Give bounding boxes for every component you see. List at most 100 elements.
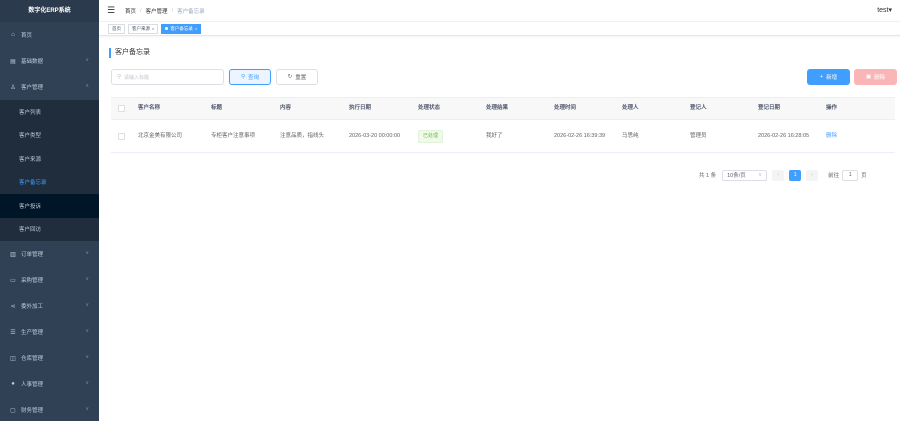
sidebar-subitem-customer-memo[interactable]: 客户备忘录	[0, 171, 99, 195]
user-menu[interactable]: test▾	[877, 6, 892, 14]
sidebar-subitem-customer-visit[interactable]: 客户回访	[0, 218, 99, 242]
sidebar-item-hr[interactable]: ● 人事管理 ∨	[0, 371, 99, 397]
sidebar-item-customer-management[interactable]: ♙ 客户管理 ∧	[0, 74, 99, 100]
goto-label: 前往	[828, 173, 840, 179]
row-select-cell	[111, 120, 133, 152]
page-title: 客户备忘录	[109, 48, 150, 58]
search-icon: ⚲	[240, 74, 245, 80]
table-header-row: 客户名称 标题 内容 执行日期 处理状态 处理结果 处理时间 处理人 登记人 登…	[111, 98, 895, 120]
chevron-down-icon: ∨	[85, 302, 89, 308]
app-logo-title: 数字化ERP系统	[0, 0, 99, 22]
sidebar-item-label: 首页	[21, 33, 33, 39]
column-header: 处理人	[622, 105, 639, 111]
sidebar-subitem-customer-list[interactable]: 客户列表	[0, 100, 99, 124]
status-badge: 已处理	[418, 129, 444, 143]
chevron-right-icon: ›	[811, 172, 814, 178]
username: test	[877, 7, 889, 14]
search-placeholder: 请输入标题	[124, 74, 150, 81]
column-header: 处理状态	[418, 105, 441, 111]
tag-label: 客户来源	[132, 26, 150, 31]
sidebar-item-finance[interactable]: ▢ 财务管理 ∨	[0, 397, 99, 421]
trash-icon: ▣	[865, 74, 872, 80]
add-button[interactable]: + 新增	[807, 69, 850, 85]
prev-page-button[interactable]: ‹	[772, 169, 785, 181]
sidebar-item-label: 委外加工	[21, 304, 44, 310]
reset-button[interactable]: ↻ 重置	[276, 69, 318, 85]
cell-title: 专柜客户注意事项	[211, 132, 256, 139]
sidebar-subitem-customer-type[interactable]: 客户类型	[0, 124, 99, 148]
cell-registrar: 管理员	[690, 132, 707, 139]
cell-result: 我好了	[486, 132, 503, 139]
chevron-down-icon: ∨	[85, 328, 89, 334]
cell-reg-date: 2026-02-26 16:28:05	[758, 132, 810, 139]
breadcrumb-item-current: 客户备忘录	[177, 8, 205, 15]
tag-home[interactable]: 首页	[108, 23, 125, 34]
search-input[interactable]: ⚲ 请输入标题	[111, 69, 224, 85]
document-icon: ▤	[10, 58, 16, 65]
tag-customer-memo[interactable]: 客户备忘录 ×	[161, 23, 202, 34]
column-header: 客户名称	[138, 105, 161, 111]
breadcrumb-separator: /	[140, 7, 142, 14]
chevron-down-icon: ∨	[758, 172, 763, 178]
tag-customer-source[interactable]: 客户来源 ×	[128, 23, 159, 34]
hamburger-icon[interactable]: ☰	[107, 5, 117, 16]
page-size-select[interactable]: 10条/页 ∨	[722, 169, 768, 181]
table-row[interactable]: 北京金美有限公司 专柜客户注意事项 注意品质，指线头 2026-03-20 00…	[111, 120, 895, 153]
page-number-current[interactable]: 1	[789, 169, 802, 181]
chevron-down-icon: ∨	[85, 250, 89, 256]
tag-label: 客户备忘录	[170, 26, 193, 31]
row-delete-link[interactable]: 删除	[826, 132, 837, 141]
home-icon: ⌂	[11, 32, 15, 38]
sidebar-subitem-customer-source[interactable]: 客户来源	[0, 147, 99, 171]
reset-label: 重置	[295, 75, 307, 81]
chevron-down-icon: ∨	[85, 380, 89, 386]
chevron-down-icon: ∨	[85, 406, 89, 412]
caret-down-icon: ▾	[888, 7, 892, 14]
chevron-up-icon: ∧	[85, 83, 89, 89]
query-label: 查询	[248, 75, 260, 81]
goto-page-input[interactable]: 1	[842, 169, 859, 181]
sidebar-item-order-management[interactable]: ▥ 订单管理 ∨	[0, 241, 99, 267]
person-icon: ●	[11, 381, 15, 387]
cell-actions: 删除	[821, 120, 885, 152]
row-checkbox[interactable]	[118, 132, 125, 140]
sidebar-item-basic-data[interactable]: ▤ 基础数据 ∨	[0, 48, 99, 74]
next-page-button[interactable]: ›	[806, 169, 819, 181]
close-icon[interactable]: ×	[152, 24, 154, 33]
close-icon[interactable]: ×	[195, 24, 197, 33]
active-dot-icon	[165, 27, 169, 30]
warehouse-icon: ◫	[10, 355, 16, 362]
select-all-cell	[111, 98, 133, 119]
sidebar-item-label: 订单管理	[21, 252, 44, 258]
column-header: 标题	[211, 105, 223, 111]
delete-button[interactable]: ▣ 删除	[854, 69, 897, 85]
column-header: 登记日期	[758, 105, 781, 111]
sidebar-item-label: 客户管理	[21, 85, 44, 91]
sidebar-item-outsourcing[interactable]: ⋖ 委外加工 ∨	[0, 293, 99, 319]
cell-exec-date: 2026-03-20 00:00:00	[349, 132, 401, 139]
tags-view: 首页 客户来源 × 客户备忘录 ×	[99, 22, 900, 36]
sidebar-item-label: 财务管理	[21, 408, 44, 414]
breadcrumb-item-home[interactable]: 首页	[125, 7, 136, 15]
top-navbar: ☰ 首页 / 客户管理 / 客户备忘录 test▾	[99, 0, 900, 22]
sidebar-item-production[interactable]: ☰ 生产管理 ∨	[0, 319, 99, 345]
sidebar-item-purchase-management[interactable]: ▭ 采购管理 ∨	[0, 267, 99, 293]
cell-content: 注意品质，指线头	[280, 132, 325, 139]
query-button[interactable]: ⚲ 查询	[229, 69, 271, 85]
select-all-checkbox[interactable]	[118, 105, 125, 112]
page-size-value: 10条/页	[727, 173, 746, 179]
sidebar-subitem-customer-complaint[interactable]: 客户投诉	[0, 194, 99, 218]
column-header: 执行日期	[349, 105, 372, 111]
goto-suffix: 页	[861, 173, 867, 179]
sidebar-item-home[interactable]: ⌂ 首页	[0, 22, 99, 48]
cell-status: 已处理	[413, 120, 481, 152]
breadcrumb-item-customer-management: 客户管理	[145, 8, 168, 15]
goto-page: 前往 1 页	[828, 169, 867, 181]
sidebar-item-warehouse[interactable]: ◫ 仓库管理 ∨	[0, 345, 99, 371]
sidebar-item-label: 人事管理	[21, 382, 44, 388]
breadcrumb: 首页 / 客户管理 / 客户备忘录	[125, 7, 205, 15]
customer-submenu: 客户列表 客户类型 客户来源 客户备忘录 客户投诉 客户回访	[0, 100, 99, 241]
cell-customer: 北京金美有限公司	[138, 132, 183, 139]
cell-handle-time: 2026-02-26 16:39:39	[554, 132, 606, 139]
sidebar-item-label: 生产管理	[21, 330, 44, 336]
